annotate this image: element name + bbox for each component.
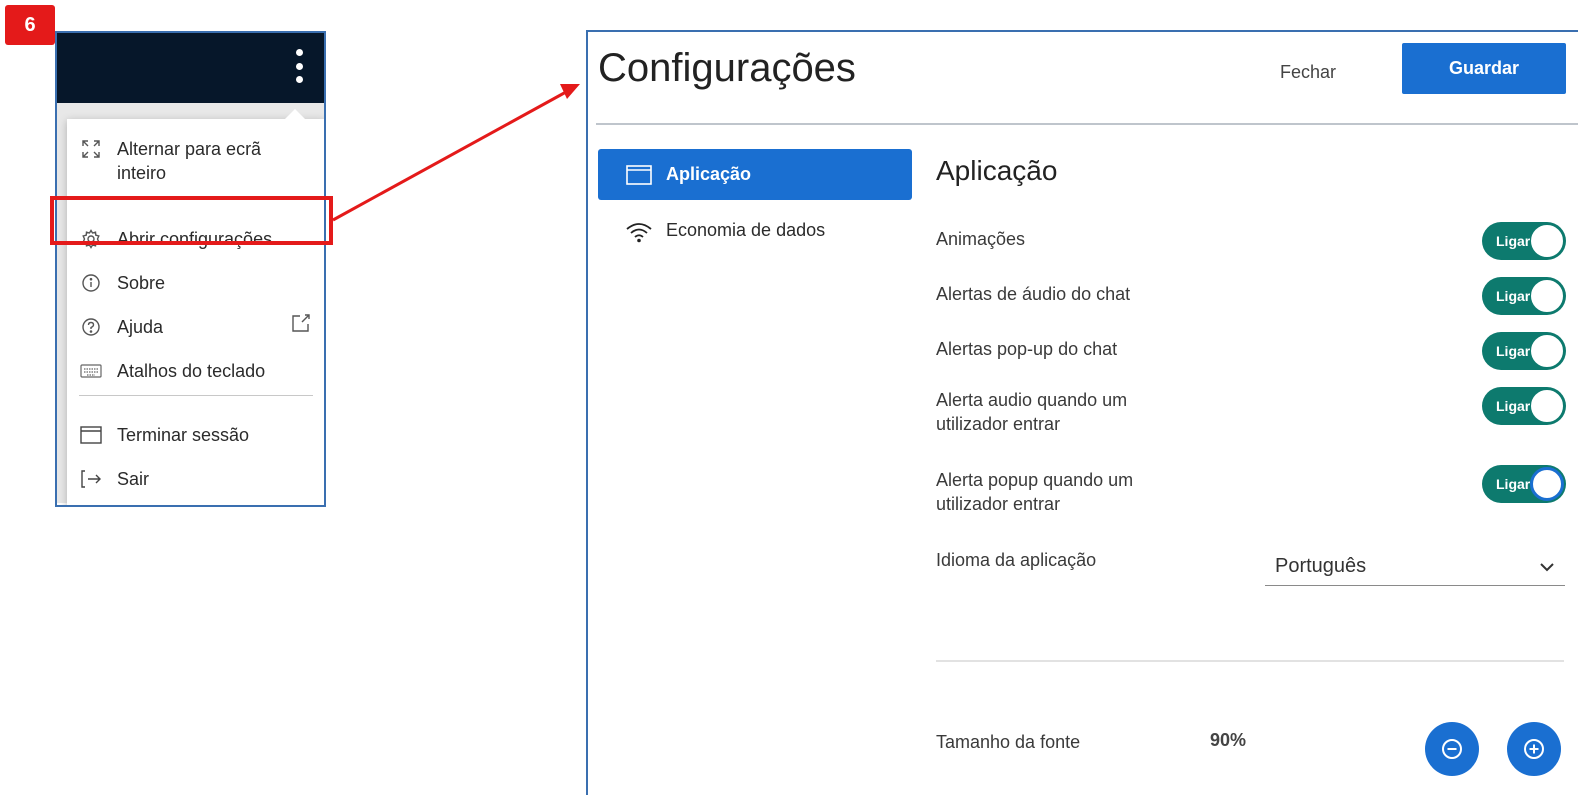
toggle-state-text: Ligar — [1496, 343, 1531, 359]
menu-item-label: Sobre — [117, 273, 166, 293]
external-link-icon — [292, 314, 310, 332]
settings-panel: Configurações Fechar Guardar Aplicação E… — [586, 30, 1578, 795]
section-title: Aplicação — [936, 155, 1058, 186]
label-line-2: inteiro — [117, 163, 167, 183]
toggle-user-join-popup[interactable]: Ligar — [1482, 465, 1566, 503]
close-button[interactable]: Fechar — [1280, 62, 1336, 83]
save-button[interactable]: Guardar — [1402, 43, 1566, 94]
help-icon — [79, 315, 103, 339]
font-size-value: 90% — [1210, 730, 1247, 750]
toggle-chat-audio-alerts[interactable]: Ligar — [1482, 277, 1566, 315]
toggle-state-text: Ligar — [1496, 398, 1531, 414]
menu-item-label: Terminar sessão — [117, 425, 250, 445]
increase-font-button[interactable] — [1507, 722, 1561, 776]
chevron-down-icon — [1540, 562, 1554, 571]
toggle-animations[interactable]: Ligar — [1482, 222, 1566, 260]
toggle-chat-popup-alerts[interactable]: Ligar — [1482, 332, 1566, 370]
menu-screenshot: Alternar para ecrã inteiro Abrir configu… — [55, 31, 326, 507]
toggle-knob — [1530, 389, 1564, 423]
fullscreen-icon — [79, 137, 103, 161]
options-dropdown: Alternar para ecrã inteiro Abrir configu… — [67, 109, 324, 505]
menu-item-fullscreen[interactable]: Alternar para ecrã inteiro — [79, 137, 261, 185]
setting-label-animations: Animações — [936, 229, 1026, 249]
info-icon — [79, 271, 103, 295]
language-select[interactable]: Português — [1265, 548, 1565, 586]
minus-circle-icon — [1442, 739, 1462, 759]
wifi-icon — [624, 220, 654, 244]
sidebar-item-label: Aplicação — [666, 164, 752, 184]
setting-label-user-join-audio: Alerta audio quando um utilizador entrar — [936, 388, 1127, 436]
highlight-box — [50, 196, 333, 245]
menu-item-label: Ajuda — [117, 317, 164, 337]
label-line-1: Alternar para ecrã — [117, 139, 262, 159]
menu-item-about[interactable]: Sobre — [79, 271, 165, 295]
label-line-2: utilizador entrar — [936, 414, 1061, 434]
toggle-knob — [1530, 279, 1564, 313]
label-line-1: Alerta audio quando um — [936, 390, 1128, 410]
window-icon — [624, 163, 654, 187]
setting-label-font-size: Tamanho da fonte — [936, 732, 1081, 752]
toggle-knob — [1530, 334, 1564, 368]
window-icon — [79, 423, 103, 447]
menu-divider — [79, 395, 313, 396]
toggle-knob — [1530, 224, 1564, 258]
toggle-state-text: Ligar — [1496, 233, 1531, 249]
menu-item-label: Atalhos do teclado — [117, 361, 266, 381]
exit-icon — [79, 467, 103, 491]
menu-header — [57, 33, 324, 103]
sidebar-item-application[interactable]: Aplicação — [598, 149, 912, 200]
menu-item-keyboard-shortcuts[interactable]: Atalhos do teclado — [79, 359, 265, 383]
plus-circle-icon — [1524, 739, 1544, 759]
decrease-font-button[interactable] — [1425, 722, 1479, 776]
setting-label-language: Idioma da aplicação — [936, 550, 1097, 570]
toggle-knob — [1530, 467, 1564, 501]
label-line-2: utilizador entrar — [936, 494, 1061, 514]
menu-item-label: Alternar para ecrã inteiro — [117, 137, 261, 185]
menu-item-end-session[interactable]: Terminar sessão — [79, 423, 249, 447]
section-divider — [936, 660, 1564, 662]
menu-item-label: Sair — [117, 469, 150, 489]
setting-label-user-join-popup: Alerta popup quando um utilizador entrar — [936, 468, 1133, 516]
page-title: Configurações — [598, 46, 856, 90]
menu-item-help[interactable]: Ajuda — [79, 315, 163, 339]
sidebar-item-label: Economia de dados — [666, 220, 826, 240]
sidebar-item-data-saving[interactable]: Economia de dados — [598, 206, 912, 258]
toggle-user-join-audio[interactable]: Ligar — [1482, 387, 1566, 425]
menu-item-exit[interactable]: Sair — [79, 467, 149, 491]
label-line-1: Alerta popup quando um — [936, 470, 1134, 490]
toggle-state-text: Ligar — [1496, 288, 1531, 304]
setting-label-chat-audio-alerts: Alertas de áudio do chat — [936, 284, 1131, 304]
keyboard-icon — [79, 359, 103, 383]
step-badge: 6 — [5, 5, 55, 45]
toggle-state-text: Ligar — [1496, 476, 1531, 492]
header-divider — [596, 123, 1578, 125]
kebab-menu-icon[interactable] — [294, 49, 304, 83]
language-select-value: Português — [1275, 555, 1367, 577]
setting-label-chat-popup-alerts: Alertas pop-up do chat — [936, 339, 1118, 359]
